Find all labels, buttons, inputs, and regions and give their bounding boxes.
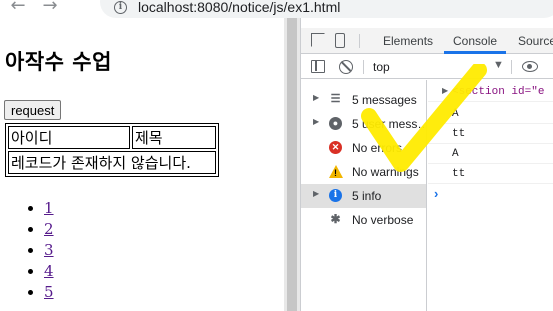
table-row: 레코드가 존재하지 않습니다. bbox=[8, 151, 216, 174]
browser-toolbar: ← → i localhost:8080/notice/js/ex1.html bbox=[0, 0, 553, 18]
page-link-3[interactable]: 3 bbox=[44, 241, 54, 259]
verbose-bug-icon: ✱ bbox=[330, 212, 341, 226]
device-toolbar-icon[interactable] bbox=[335, 33, 345, 48]
console-log-line: A bbox=[428, 144, 553, 164]
toolbar-divider bbox=[359, 34, 360, 48]
list-item: 1 bbox=[44, 198, 54, 219]
scrollbar-thumb[interactable] bbox=[287, 18, 297, 311]
sidebar-toggle-icon[interactable] bbox=[311, 60, 325, 73]
address-bar[interactable]: i localhost:8080/notice/js/ex1.html bbox=[100, 0, 553, 18]
info-icon: i bbox=[329, 189, 342, 202]
expand-arrow-icon[interactable]: ▶ bbox=[442, 82, 448, 102]
toolbar-divider bbox=[511, 60, 512, 74]
live-expression-eye-icon[interactable] bbox=[522, 61, 538, 72]
page-title: 아작수 수업 bbox=[5, 50, 112, 74]
console-log-element[interactable]: ▶ <section id="e bbox=[428, 82, 553, 102]
forward-arrow-icon[interactable]: → bbox=[40, 0, 60, 16]
sidebar-item-user-messages[interactable]: ▶ ● 5 user mess… bbox=[301, 112, 426, 136]
page-link-4[interactable]: 4 bbox=[44, 262, 54, 280]
context-selector[interactable]: top bbox=[373, 60, 390, 74]
page-link-5[interactable]: 5 bbox=[44, 283, 54, 301]
page-link-1[interactable]: 1 bbox=[44, 199, 54, 217]
messages-icon: ☰ bbox=[330, 93, 341, 105]
empty-message: 레코드가 존재하지 않습니다. bbox=[8, 151, 216, 174]
tab-sources[interactable]: Sources bbox=[518, 34, 553, 48]
console-toolbar: top ▼ bbox=[301, 55, 553, 79]
notice-table: 아이디 제목 레코드가 존재하지 않습니다. bbox=[5, 123, 219, 177]
log-text: A bbox=[452, 148, 459, 160]
column-header-title: 제목 bbox=[132, 126, 216, 149]
sidebar-item-messages[interactable]: ▶ ☰ 5 messages bbox=[301, 88, 426, 112]
panel-divider[interactable] bbox=[284, 18, 300, 311]
column-header-id: 아이디 bbox=[8, 126, 130, 149]
log-text: tt bbox=[452, 168, 466, 180]
sidebar-item-verbose[interactable]: ✱ No verbose bbox=[301, 208, 426, 232]
user-icon: ● bbox=[329, 117, 342, 130]
site-info-icon[interactable]: i bbox=[114, 1, 127, 14]
warning-icon: ! bbox=[329, 165, 343, 178]
sidebar-item-label: No warnings bbox=[352, 165, 419, 179]
devtools-tab-bar: Elements Console Sources bbox=[301, 28, 553, 54]
section-tag-text: <section id="e bbox=[452, 86, 545, 98]
url-text[interactable]: localhost:8080/notice/js/ex1.html bbox=[138, 0, 340, 15]
request-button[interactable]: request bbox=[4, 100, 62, 120]
list-item: 5 bbox=[44, 282, 54, 303]
dropdown-arrow-icon[interactable]: ▼ bbox=[493, 59, 504, 71]
toolbar-divider bbox=[363, 60, 364, 74]
pagination-list: 1 2 3 4 5 bbox=[0, 198, 54, 303]
list-item: 2 bbox=[44, 219, 54, 240]
sidebar-item-label: 5 info bbox=[352, 189, 382, 203]
sidebar-item-label: 5 messages bbox=[352, 93, 417, 107]
expand-arrow-icon[interactable]: ▶ bbox=[313, 117, 319, 126]
sidebar-item-label: 5 user mess… bbox=[352, 117, 424, 131]
clear-console-icon[interactable] bbox=[339, 60, 353, 74]
console-log-line: tt bbox=[428, 124, 553, 144]
error-icon: ✕ bbox=[329, 141, 342, 154]
tab-elements[interactable]: Elements bbox=[383, 34, 433, 48]
console-sidebar: ▶ ☰ 5 messages ▶ ● 5 user mess… ✕ No err… bbox=[301, 80, 427, 311]
list-item: 3 bbox=[44, 240, 54, 261]
table-header-row: 아이디 제목 bbox=[8, 126, 216, 149]
console-log-line: A bbox=[428, 104, 553, 124]
console-log-line: tt bbox=[428, 164, 553, 184]
sidebar-item-info[interactable]: ▶ i 5 info bbox=[301, 184, 426, 208]
devtools-panel: Elements Console Sources top ▼ ▶ ☰ 5 mes… bbox=[300, 18, 553, 311]
console-prompt-icon[interactable]: › bbox=[434, 186, 438, 201]
page-link-2[interactable]: 2 bbox=[44, 220, 54, 238]
tab-console[interactable]: Console bbox=[453, 34, 497, 48]
expand-arrow-icon[interactable]: ▶ bbox=[313, 93, 319, 102]
page-viewport: 아작수 수업 request 아이디 제목 레코드가 존재하지 않습니다. 1 … bbox=[0, 18, 284, 311]
list-item: 4 bbox=[44, 261, 54, 282]
sidebar-item-label: No verbose bbox=[352, 213, 414, 227]
inspect-element-icon[interactable] bbox=[311, 33, 325, 47]
console-output: ▶ <section id="e A tt A tt › bbox=[428, 80, 553, 311]
sidebar-item-errors[interactable]: ✕ No errors bbox=[301, 136, 426, 160]
sidebar-item-warnings[interactable]: ! No warnings bbox=[301, 160, 426, 184]
expand-arrow-icon[interactable]: ▶ bbox=[313, 189, 319, 198]
sidebar-item-label: No errors bbox=[352, 141, 403, 155]
log-text: tt bbox=[452, 128, 466, 140]
back-arrow-icon[interactable]: ← bbox=[8, 0, 28, 16]
active-tab-indicator bbox=[444, 51, 506, 54]
log-text: A bbox=[452, 108, 459, 120]
